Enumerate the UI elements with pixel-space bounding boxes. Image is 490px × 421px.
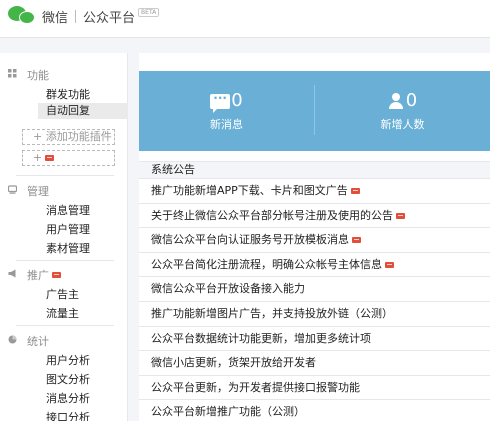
header-divider (75, 9, 77, 23)
chart-icon (8, 335, 17, 344)
announcement-item[interactable]: 公众平台新增推广功能（公测） (139, 400, 490, 421)
message-icon (210, 88, 231, 113)
sidebar-item-publisher[interactable]: 流量主 (46, 305, 79, 321)
wechat-bubbles-icon (8, 6, 38, 26)
stat-new-followers[interactable]: 0 新增人数 (315, 71, 490, 151)
top-header: 微信 公众平台 BETA (0, 0, 490, 38)
announcement-item[interactable]: 关于终止微信公众平台部分帐号注册及使用的公告 (139, 204, 490, 229)
sidebar-section-manage: 管理 (8, 183, 49, 199)
sidebar-item-message-analysis[interactable]: 消息分析 (46, 390, 90, 406)
sidebar-divider (16, 175, 114, 176)
stat-new-messages[interactable]: 0 新消息 (139, 71, 314, 151)
sidebar-section-features: 功能 (8, 67, 49, 83)
announcement-link[interactable]: 关于终止微信公众平台部分帐号注册及使用的公告 (151, 209, 393, 222)
stat-label: 新增人数 (380, 118, 425, 131)
sidebar-item-materials[interactable]: 素材管理 (46, 240, 90, 256)
sidebar-item-article-analysis[interactable]: 图文分析 (46, 371, 90, 387)
sidebar-item-messages[interactable]: 消息管理 (46, 202, 90, 218)
megaphone-icon (8, 269, 16, 278)
announcement-item[interactable]: 微信公众平台开放设备接入能力 (139, 277, 490, 302)
announcement-link[interactable]: 公众平台数据统计功能更新，增加更多统计项 (151, 332, 371, 345)
new-badge-icon (350, 188, 360, 194)
sidebar-item-mass-send[interactable]: 群发功能 (46, 86, 90, 102)
new-badge-icon (385, 261, 394, 268)
announcement-item[interactable]: 公众平台更新，为开发者提供接口报警功能 (139, 376, 490, 401)
stats-panel: 0 新消息 0 新增人数 (139, 71, 490, 151)
announcement-link[interactable]: 微信公众平台开放设备接入能力 (151, 282, 305, 295)
wechat-logo[interactable]: 微信 公众平台 BETA (8, 6, 160, 26)
announcement-item[interactable]: 公众平台数据统计功能更新，增加更多统计项 (139, 327, 490, 352)
announcement-link[interactable]: 公众平台新增推广功能（公测） (151, 405, 305, 418)
add-label: + (33, 151, 43, 164)
user-icon (388, 93, 404, 109)
announcement-link[interactable]: 公众平台简化注册流程，明确公众帐号主体信息 (151, 258, 382, 271)
sidebar-section-title: 推广 (27, 269, 49, 282)
stat-value: 0 (405, 90, 418, 111)
announcement-link[interactable]: 微信公众平台向认证服务号开放模板消息 (151, 233, 349, 246)
sidebar-item-api-analysis[interactable]: 接口分析 (46, 409, 90, 421)
sidebar: 功能 群发功能 自动回复 + 添加功能插件 + 管理 消息管理 用户管理 素材管… (0, 53, 128, 421)
new-badge-icon (52, 272, 61, 278)
announcements-title: 系统公告 (139, 161, 490, 179)
beta-badge: BETA (138, 7, 160, 17)
sidebar-divider (16, 260, 114, 261)
sidebar-item-users[interactable]: 用户管理 (46, 221, 90, 237)
grid-icon (8, 69, 17, 78)
new-badge-icon (45, 155, 55, 161)
announcements-list: 推广功能新增APP下载、卡片和图文广告关于终止微信公众平台部分帐号注册及使用的公… (139, 179, 490, 421)
sidebar-section-promotion: 推广 (8, 267, 61, 283)
new-badge-icon (352, 237, 361, 244)
announcement-item[interactable]: 微信小店更新，货架开放给开发者 (139, 351, 490, 376)
add-plugin-button[interactable]: + 添加功能插件 (22, 129, 115, 145)
sidebar-item-advertiser[interactable]: 广告主 (46, 286, 79, 302)
announcement-link[interactable]: 微信小店更新，货架开放给开发者 (151, 356, 316, 369)
announcement-item[interactable]: 公众平台简化注册流程，明确公众帐号主体信息 (139, 253, 490, 278)
sidebar-section-statistics: 统计 (8, 333, 49, 349)
announcement-link[interactable]: 推广功能新增图片广告，并支持投放外链（公测） (151, 307, 393, 320)
platform-name: 公众平台 (83, 10, 136, 26)
new-badge-icon (396, 212, 405, 219)
sidebar-item-auto-reply[interactable]: 自动回复 (38, 103, 128, 119)
sidebar-item-user-analysis[interactable]: 用户分析 (46, 352, 90, 368)
announcement-item[interactable]: 推广功能新增APP下载、卡片和图文广告 (139, 179, 490, 204)
sidebar-section-title: 功能 (27, 69, 49, 82)
announcement-item[interactable]: 推广功能新增图片广告，并支持投放外链（公测） (139, 302, 490, 327)
announcement-link[interactable]: 推广功能新增APP下载、卡片和图文广告 (151, 184, 348, 197)
brand-name: 微信 (42, 10, 69, 26)
add-plugin-label: + 添加功能插件 (33, 130, 112, 143)
stat-value: 0 (231, 90, 243, 111)
sidebar-divider (16, 325, 114, 326)
sidebar-section-title: 管理 (27, 185, 49, 198)
stat-label: 新消息 (210, 118, 243, 131)
add-plugin-small-button[interactable]: + (22, 150, 115, 166)
monitor-icon (8, 185, 17, 194)
sidebar-section-title: 统计 (27, 335, 49, 348)
announcement-link[interactable]: 公众平台更新，为开发者提供接口报警功能 (151, 381, 360, 394)
announcement-item[interactable]: 微信公众平台向认证服务号开放模板消息 (139, 228, 490, 253)
main-content: 0 新消息 0 新增人数 系统公告 推广功能新增APP下载、卡片和图文广告关于终… (139, 53, 490, 421)
